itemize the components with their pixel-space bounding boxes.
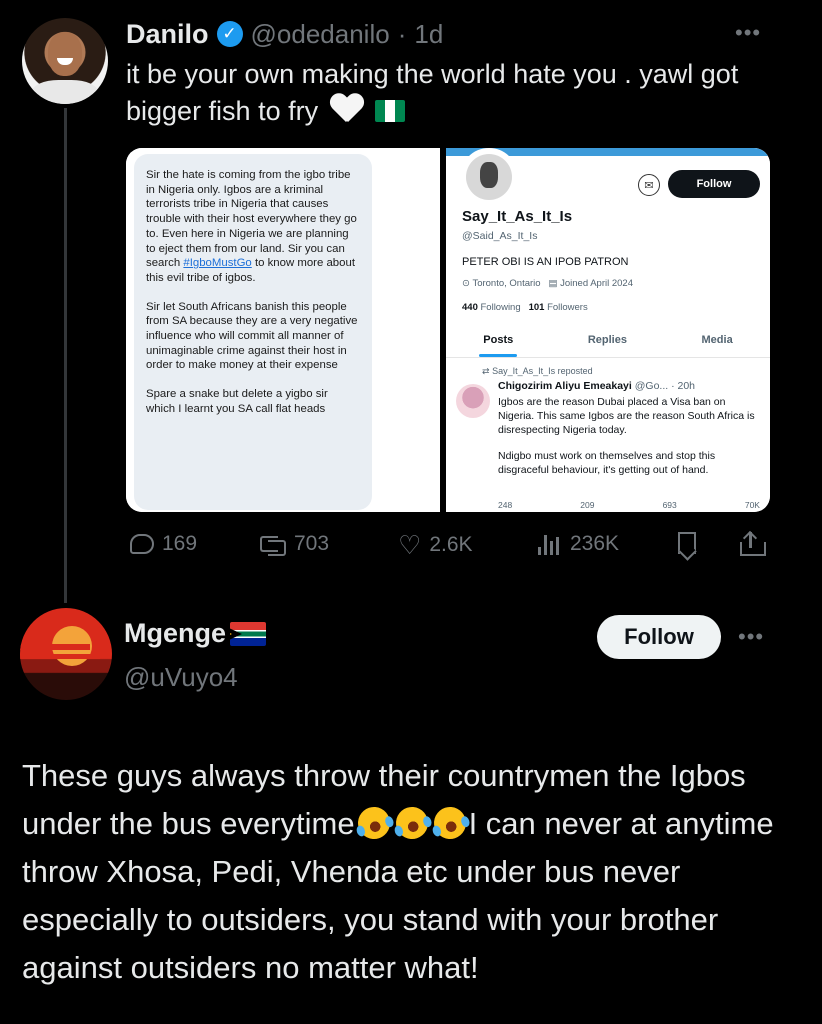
inner-retweet-count: 209 [580,500,595,510]
profile-stats: 440 Following 101 Followers [462,302,588,313]
inner-tweet-paragraph-2: Ndigbo must work on themselves and stop … [498,450,716,477]
nigeria-flag-icon [375,100,406,122]
tweet2-more-icon[interactable]: ••• [738,624,764,650]
inner-like-count: 693 [662,500,677,510]
profile-name: Say_It_As_It_Is [462,208,573,225]
tweet2-author-handle[interactable]: @uVuyo4 [124,662,238,693]
following-label: Following [480,302,521,313]
white-heart-icon [330,94,364,124]
message-icon: ✉ [638,174,660,196]
profile-handle: @Said_As_It_Is [462,230,538,242]
inner-tweet-header: Chigozirim Aliyu Emeakayi @Go... · 20h [498,380,695,392]
heart-icon: ♡ [398,530,422,560]
following-count: 440 [462,302,478,313]
tweet2-author-name[interactable]: Mgenge [124,618,226,649]
bookmark-button[interactable] [678,532,696,554]
tab-posts: Posts [479,328,518,357]
followers-label: Followers [547,302,588,313]
rolling-laughing-icon [391,802,432,844]
location-icon: ⊙ [462,278,470,289]
profile-avatar [460,148,518,206]
inner-view-count: 70K [744,500,760,510]
thread-line [64,108,67,603]
rolling-laughing-icon [353,802,394,844]
avatar-danilo[interactable] [22,18,108,104]
calendar-icon: ▤ [548,278,558,289]
rolling-laughing-icon [429,802,470,844]
reply-icon [130,534,154,554]
comment-paragraph-1: Sir the hate is coming from the igbo tri… [146,169,357,270]
retweet-count: 703 [294,532,330,555]
share-button[interactable] [740,530,766,556]
inner-tweet-handle-time: @Go... · 20h [634,380,696,392]
tweet2-header: Mgenge [124,618,267,649]
inner-tweet-paragraph-1: Igbos are the reason Dubai placed a Visa… [498,396,755,436]
tweet1-more-icon[interactable]: ••• [735,20,761,46]
tweet1-header: Danilo ✓ @odedanilo · 1d [126,14,443,54]
tweet1-timestamp[interactable]: 1d [414,19,443,50]
tweet2-text: These guys always throw their countrymen… [22,752,812,992]
comment-paragraph-3: Sir let South Africans banish this peopl… [146,300,358,372]
avatar-mgenge[interactable] [20,608,112,700]
inner-reply-count: 248 [498,500,513,510]
inner-tweet-text: Igbos are the reason Dubai placed a Visa… [498,396,760,491]
verified-badge-icon: ✓ [216,21,243,47]
tab-replies: Replies [587,334,627,346]
south-africa-flag-icon [230,621,267,646]
tweet1-text: it be your own making the world hate you… [126,56,766,130]
inner-tweet-actions: 248 209 693 70K [498,500,760,510]
tweet1-action-bar: 169 703 ♡ 2.6K 236K [126,526,770,566]
comment-bubble: Sir the hate is coming from the igbo tri… [134,154,372,510]
profile-tabs: Posts Replies Media [446,328,770,358]
inner-tweet-name: Chigozirim Aliyu Emeakayi [498,380,632,392]
profile-bio: PETER OBI IS AN IPOB PATRON [462,256,629,268]
share-icon [740,530,766,556]
follow-button[interactable]: Follow [597,615,721,659]
tweet1-author-name[interactable]: Danilo [126,19,209,50]
hashtag-link: #IgboMustGo [183,257,252,270]
like-count: 2.6K [429,533,473,556]
bookmark-icon [678,532,696,554]
reply-count: 169 [162,532,198,555]
tweet1-text-body: it be your own making the world hate you… [126,59,739,126]
profile-joined: Joined April 2024 [560,278,633,289]
profile-meta: ⊙ Toronto, Ontario ▤ Joined April 2024 [462,278,633,289]
retweet-button[interactable]: 703 [260,532,329,556]
like-button[interactable]: ♡ 2.6K [398,532,473,558]
repost-label: ⇄ Say_It_As_It_Is reposted [482,366,593,377]
media-image-left[interactable]: Sir the hate is coming from the igbo tri… [126,148,440,512]
retweet-icon [260,533,286,556]
tweet1-media[interactable]: Sir the hate is coming from the igbo tri… [126,148,770,512]
repost-text: Say_It_As_It_Is reposted [492,366,593,376]
followers-count: 101 [528,302,545,313]
separator: · [397,18,407,49]
repost-icon: ⇄ [482,366,490,376]
tweet1-author-handle[interactable]: @odedanilo [251,19,390,50]
profile-follow-button: Follow [668,170,760,198]
comment-paragraph-4: Spare a snake but delete a yigbo sir whi… [146,388,328,415]
profile-location: Toronto, Ontario [472,278,541,289]
views-button[interactable]: 236K [538,532,619,556]
reply-button[interactable]: 169 [130,532,197,556]
view-count: 236K [570,532,620,555]
media-image-right[interactable]: ✉ Follow Say_It_As_It_Is @Said_As_It_Is … [446,148,770,512]
views-icon [538,533,562,555]
tab-media: Media [701,334,733,346]
inner-tweet-avatar [456,384,490,418]
